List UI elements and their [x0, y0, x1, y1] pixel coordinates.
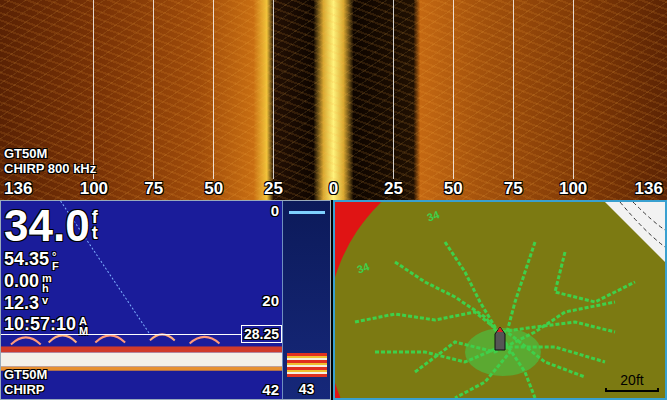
range-column: 75 — [124, 0, 184, 200]
depth-scale-label: 20 — [262, 292, 279, 309]
range-label: 100 — [80, 179, 108, 200]
reading-value: 54.35 — [4, 249, 49, 270]
range-column: 75 — [483, 0, 543, 200]
depth-reading: 34.0ft — [4, 203, 102, 249]
range-label: 75 — [504, 179, 523, 200]
sonar-plot: 34.0ft54.35°F0.00mh12.3v10:57:10AM020422… — [1, 201, 282, 399]
range-label: 136 — [4, 179, 32, 200]
mode-label: CHIRP — [4, 382, 47, 397]
reading-value: 0.00 — [4, 271, 39, 292]
range-line — [573, 0, 574, 179]
chart-panel[interactable]: 343420ft — [333, 200, 667, 400]
reading-row: 0.00mh — [4, 271, 102, 293]
reading-value: 10:57:10 — [4, 314, 76, 335]
range-label: 50 — [204, 179, 223, 200]
flasher: 43 — [282, 201, 330, 399]
downview-info: GT50MCHIRP — [4, 367, 47, 397]
range-column: 50 — [423, 0, 483, 200]
sidevu-panel[interactable]: 136 100 75 50 25 0 25 50 75 100 136 GT50MCHIRP 800 … — [0, 0, 667, 200]
sidevu-image — [0, 0, 667, 200]
downview-panel[interactable]: 34.0ft54.35°F0.00mh12.3v10:57:10AM020422… — [0, 200, 331, 400]
range-grid: 136 100 75 50 25 0 25 50 75 100 136 — [0, 0, 667, 200]
range-label: 136 — [635, 179, 663, 200]
readings: 34.0ft54.35°F0.00mh12.3v10:57:10AM — [4, 203, 102, 336]
range-line — [453, 0, 454, 179]
range-label: 25 — [264, 179, 283, 200]
boat-icon — [493, 326, 507, 352]
range-label: 75 — [144, 179, 163, 200]
transducer-label: GT50M — [4, 146, 96, 161]
depth-unit: ft — [92, 203, 102, 241]
frequency-label: CHIRP 800 kHz — [4, 161, 96, 176]
cursor-depth: 28.25 — [241, 325, 282, 343]
map-scale: 20ft — [605, 372, 659, 392]
sidevu-info: GT50MCHIRP 800 kHz — [4, 146, 96, 176]
range-column: 136 — [603, 0, 667, 200]
depth-value: 34.0 — [4, 203, 90, 249]
reading-unit: v — [42, 293, 48, 305]
reading-unit: °F — [52, 249, 58, 271]
range-line — [213, 0, 214, 179]
range-column: 100 — [543, 0, 603, 200]
range-label: 0 — [329, 179, 338, 200]
range-line — [513, 0, 514, 179]
depth-scale: 0 20 42 — [262, 202, 279, 398]
depth-scale-label: 0 — [271, 202, 279, 219]
reading-value: 12.3 — [4, 293, 39, 314]
range-label: 100 — [559, 179, 587, 200]
range-line — [153, 0, 154, 179]
range-label: 50 — [444, 179, 463, 200]
range-column: 0 — [304, 0, 364, 200]
map-scale-label: 20ft — [620, 372, 643, 388]
range-column: 25 — [244, 0, 304, 200]
range-line — [393, 0, 394, 179]
range-line — [93, 0, 94, 179]
reading-row: 12.3v — [4, 293, 102, 314]
range-column: 25 — [363, 0, 423, 200]
depth-scale-label: 42 — [262, 381, 279, 398]
sonar-screen: 1361007550250255075100136GT50MCHIRP 800 … — [0, 0, 667, 400]
flasher-depth: 43 — [299, 381, 315, 397]
reading-unit: mh — [42, 271, 48, 293]
range-line — [273, 0, 274, 179]
range-column: 50 — [184, 0, 244, 200]
contour-map — [335, 202, 665, 398]
transducer-label: GT50M — [4, 367, 47, 382]
range-label: 25 — [384, 179, 403, 200]
depth-cursor[interactable]: 28.25 — [1, 325, 282, 343]
reading-row: 54.35°F — [4, 249, 102, 271]
